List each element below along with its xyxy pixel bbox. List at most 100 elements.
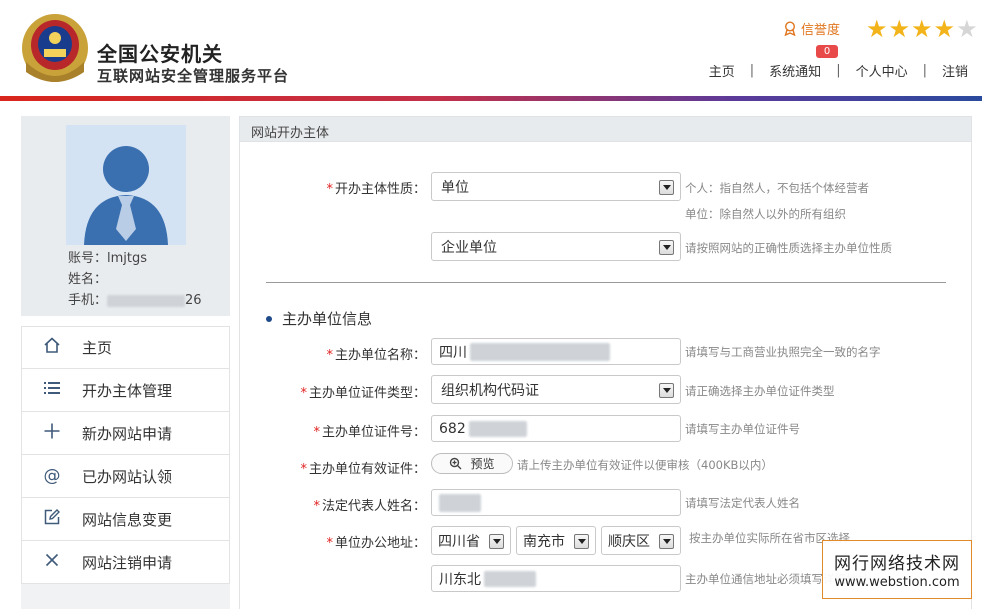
address-detail-redacted (484, 570, 536, 587)
phone-label: 手机： (68, 293, 108, 308)
subtype-select-value: 企业单位 (441, 239, 497, 256)
chevron-down-icon[interactable] (659, 180, 674, 195)
ribbon-icon (784, 21, 796, 36)
rating-stars: ★ ★ ★ ★ ★ (866, 16, 978, 42)
profile-card: 账号：lmjtgs 姓名： 手机： 26 (21, 116, 230, 316)
header: 全国公安机关 互联网站安全管理服务平台 信誉度 ★ ★ ★ ★ ★ 0 主页 |… (0, 0, 982, 96)
menu-item-change-info[interactable]: 网站信息变更 (21, 498, 230, 541)
at-icon: @ (43, 466, 61, 486)
chevron-down-icon[interactable] (574, 534, 589, 549)
nav-logout[interactable]: 注销 (942, 61, 968, 80)
nav-notifications[interactable]: 系统通知 (769, 61, 821, 80)
menu-label: 主页 (82, 339, 113, 357)
avatar (66, 125, 186, 245)
nav-separator: | (836, 63, 841, 78)
nature-label: * 开办主体性质： (326, 182, 426, 197)
nature-hint-org: 单位：除自然人以外的所有组织 (685, 207, 846, 221)
plus-icon (22, 422, 82, 445)
menu-item-cancel-website[interactable]: 网站注销申请 (21, 541, 230, 584)
star-icon: ★ (911, 15, 933, 43)
cert-no-hint: 请填写主办单位证件号 (685, 422, 800, 436)
preview-button[interactable]: 预览 (431, 453, 513, 474)
legal-rep-hint: 请填写法定代表人姓名 (685, 496, 800, 510)
panel-header: 网站开办主体 (239, 116, 972, 142)
chevron-down-icon[interactable] (659, 240, 674, 255)
edit-icon (22, 508, 82, 531)
watermark-name: 网行网络技术网 (834, 554, 960, 574)
province-select[interactable]: 四川省 (431, 526, 511, 555)
phone-row: 手机： 26 (68, 289, 202, 308)
legal-rep-label: * 法定代表人姓名： (313, 499, 426, 514)
cert-file-label: * 主办单位有效证件： (300, 462, 426, 477)
chevron-down-icon[interactable] (659, 383, 674, 398)
chevron-down-icon[interactable] (659, 534, 674, 549)
subtype-select[interactable]: 企业单位 (431, 232, 681, 261)
menu-item-entity-management[interactable]: 开办主体管理 (21, 369, 230, 412)
nav-home[interactable]: 主页 (709, 61, 735, 80)
menu-label: 网站注销申请 (82, 553, 173, 572)
star-icon: ★ (933, 15, 956, 43)
police-emblem-logo (22, 14, 88, 82)
watermark-url: www.webstion.com (834, 575, 960, 590)
credit-label: 信誉度 (801, 23, 841, 38)
nav-separator: | (922, 63, 927, 78)
nature-select[interactable]: 单位 (431, 172, 681, 201)
subtype-hint: 请按照网站的正确性质选择主办单位性质 (685, 241, 892, 255)
address-detail-input[interactable]: 川东北 (431, 565, 681, 592)
nature-select-value: 单位 (441, 179, 469, 196)
list-icon (22, 380, 82, 401)
account-row: 账号：lmjtgs (68, 247, 147, 266)
top-nav: 主页 | 系统通知 | 个人中心 | 注销 (709, 61, 968, 80)
legal-rep-redacted (439, 493, 481, 512)
zoom-in-icon (450, 457, 462, 470)
cert-no-redacted (468, 420, 527, 437)
bullet-icon (266, 315, 272, 322)
section-divider (266, 282, 946, 283)
side-menu: 主页 开办主体管理 新办网站申请 @ 已办网站认领 网站信息变更 网站注销申请 (21, 326, 230, 584)
star-empty-icon: ★ (956, 15, 978, 43)
phone-suffix: 26 (185, 293, 202, 308)
phone-redacted (107, 294, 186, 307)
menu-item-new-website[interactable]: 新办网站申请 (21, 412, 230, 455)
cert-type-hint: 请正确选择主办单位证件类型 (685, 384, 835, 398)
menu-item-claim-website[interactable]: @ 已办网站认领 (21, 455, 230, 498)
section-title: 主办单位信息 (266, 308, 372, 329)
notification-badge: 0 (816, 45, 838, 58)
star-icon: ★ (866, 15, 888, 43)
address-detail-value: 川东北 (439, 571, 481, 588)
panel-title: 网站开办主体 (251, 126, 330, 141)
cert-type-select[interactable]: 组织机构代码证 (431, 375, 681, 404)
org-name-hint: 请填写与工商营业执照完全一致的名字 (685, 345, 881, 359)
menu-item-home[interactable]: 主页 (21, 326, 230, 369)
close-icon (22, 552, 82, 573)
cert-no-label: * 主办单位证件号： (313, 425, 426, 440)
nav-profile[interactable]: 个人中心 (856, 61, 908, 80)
org-name-label: * 主办单位名称： (326, 348, 426, 363)
section-title-text: 主办单位信息 (282, 310, 373, 328)
chevron-down-icon[interactable] (489, 534, 504, 549)
nav-separator: | (749, 63, 755, 78)
name-label: 姓名： (68, 272, 108, 287)
nature-hint-person: 个人：指自然人，不包括个体经营者 (685, 181, 869, 195)
cert-type-label: * 主办单位证件类型： (300, 386, 426, 401)
city-select[interactable]: 南充市 (516, 526, 596, 555)
legal-rep-input[interactable] (431, 489, 681, 516)
credit-rating-label: 信誉度 (783, 19, 840, 38)
user-avatar-icon (66, 125, 186, 245)
menu-label: 开办主体管理 (82, 381, 173, 400)
home-icon (22, 336, 82, 359)
platform-title: 全国公安机关 (97, 42, 223, 66)
org-name-redacted (470, 342, 610, 361)
header-stripe (0, 96, 982, 101)
cert-file-hint: 请上传主办单位有效证件以便审核（400KB以内） (517, 458, 773, 472)
cert-type-value: 组织机构代码证 (441, 382, 539, 399)
org-name-input[interactable]: 四川 (431, 338, 681, 365)
menu-label: 网站信息变更 (82, 510, 173, 529)
account-label: 账号： (68, 251, 108, 266)
menu-label: 新办网站申请 (82, 424, 173, 443)
platform-subtitle: 互联网站安全管理服务平台 (97, 67, 290, 85)
cert-no-value: 682 (439, 420, 466, 437)
district-select[interactable]: 顺庆区 (601, 526, 681, 555)
address-label: * 单位办公地址： (326, 536, 426, 551)
cert-no-input[interactable]: 682 (431, 415, 681, 442)
